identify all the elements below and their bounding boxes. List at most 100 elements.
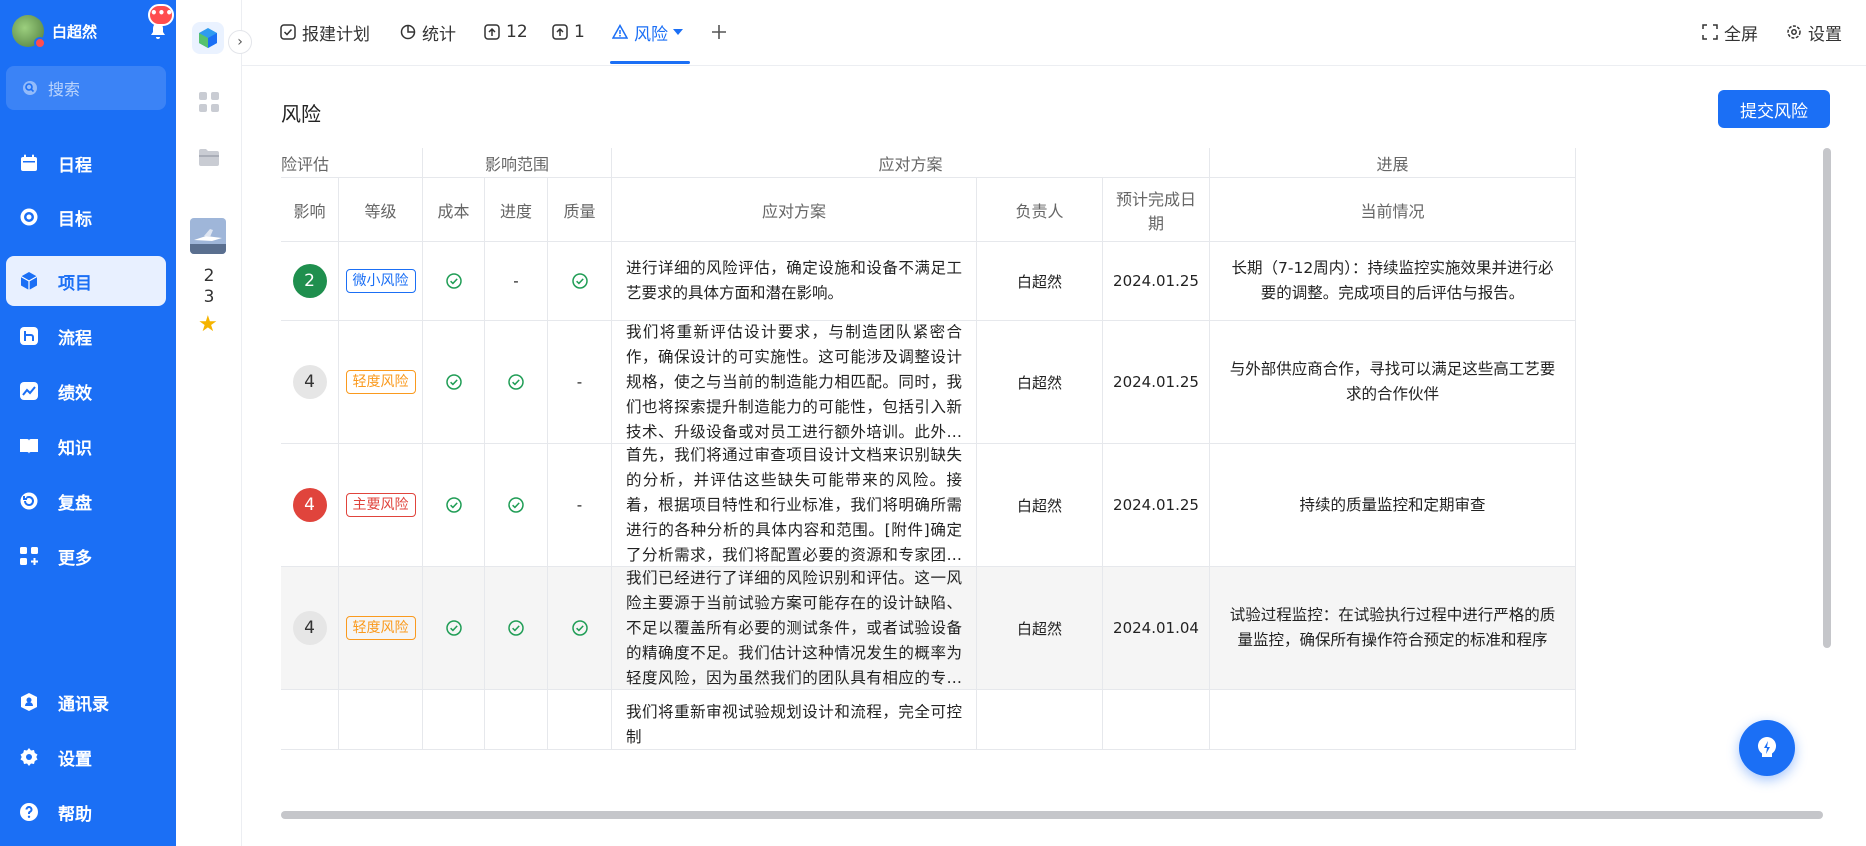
project-cube-icon[interactable] [192, 22, 224, 54]
impact-cell: 4 [281, 567, 339, 690]
risk-level-label: 轻度风险 [352, 620, 409, 636]
group-header-label: 险评估 [281, 154, 330, 174]
sidebar-item-performance[interactable]: 绩效 [6, 366, 166, 416]
gear-icon [18, 746, 40, 768]
tab-statistics[interactable]: 统计 [400, 20, 456, 45]
risk-level-tag: 轻度风险 [345, 616, 416, 640]
tab-1[interactable]: 1 [552, 20, 585, 44]
tab-12[interactable]: 12 [484, 20, 528, 44]
column-header[interactable]: 成本 [423, 178, 485, 242]
pie-icon [400, 24, 416, 40]
level-cell: 轻度风险 [339, 321, 423, 444]
sidebar-item-label: 知识 [58, 438, 92, 459]
status-cell[interactable]: 试验过程监控：在试验执行过程中进行严格的质量监控，确保所有操作符合预定的标准和程… [1210, 567, 1576, 690]
owner-name: 白超然 [1016, 496, 1062, 515]
vertical-scrollbar[interactable] [1823, 148, 1831, 648]
risk-table: 险评估 影响范围 应对方案 进展 影响 等级 成本 进度 质量 应对方案 负责人 预计完成日期 当前情况… [281, 148, 1823, 816]
fullscreen-button[interactable]: 全屏 [1702, 20, 1758, 45]
impact-score: 4 [292, 488, 327, 522]
owner-name: 白超然 [1016, 373, 1062, 392]
risk-level-label: 微小风险 [352, 273, 409, 289]
chart-icon [18, 380, 40, 402]
date-cell: 2024.01.25 [1103, 242, 1210, 321]
plan-text: 我们将重新审视试验规划设计和流程，完全可控制 [626, 703, 962, 746]
sidebar-item-contacts[interactable]: 通讯录 [6, 677, 166, 727]
quality-value: - [576, 496, 583, 514]
assistant-fab-button[interactable] [1739, 720, 1795, 776]
horizontal-scrollbar[interactable] [281, 811, 1823, 819]
column-header-label: 进度 [499, 201, 532, 221]
owner-cell: 白超然 [977, 321, 1103, 444]
search-input[interactable]: 搜索 [6, 66, 166, 110]
check-circle-icon [508, 374, 524, 390]
sidebar-item-more[interactable]: 更多 [6, 531, 166, 581]
column-header[interactable]: 预计完成日期 [1103, 178, 1210, 242]
due-date: 2024.01.04 [1113, 619, 1199, 637]
sidebar-item-flow[interactable]: 流程 [6, 311, 166, 361]
schedule-cell [485, 444, 548, 567]
check-circle-icon [445, 273, 462, 289]
tab-build-plan[interactable]: 报建计划 [280, 20, 370, 45]
plan-cell[interactable]: 我们已经进行了详细的风险识别和评估。这一风险主要源于当前试验方案可能存在的设计缺… [612, 567, 977, 690]
date-cell: 2024.01.25 [1103, 321, 1210, 444]
notification-badge[interactable]: ••• [148, 4, 174, 26]
sidebar-item-schedule[interactable]: 日程 [6, 138, 166, 188]
quality-cell [548, 242, 612, 321]
owner-cell: 白超然 [977, 567, 1103, 690]
avatar[interactable] [12, 15, 46, 49]
tab-label: 报建计划 [302, 24, 370, 45]
impact-cell [281, 690, 339, 750]
column-header[interactable]: 影响 [281, 178, 339, 242]
impact-cell: 4 [281, 444, 339, 567]
status-cell[interactable]: 持续的质量监控和定期审查 [1210, 444, 1576, 567]
sidebar-item-help[interactable]: 帮助 [6, 787, 166, 837]
sidebar-item-goals[interactable]: 目标 [6, 192, 166, 242]
column-header[interactable]: 当前情况 [1210, 178, 1576, 242]
sidebar-item-knowledge[interactable]: 知识 [6, 421, 166, 471]
column-header-label: 负责人 [1015, 201, 1064, 221]
star-icon[interactable]: ★ [198, 314, 218, 336]
project-thumbnail[interactable] [190, 218, 226, 254]
folder-icon[interactable] [197, 146, 221, 170]
column-header-label: 影响 [293, 201, 326, 221]
apps-grid-icon[interactable] [197, 90, 221, 114]
group-header-label: 影响范围 [484, 154, 549, 174]
tab-risk[interactable]: 风险 [612, 20, 684, 45]
fullscreen-icon [1702, 24, 1718, 40]
plan-cell[interactable]: 进行详细的风险评估，确定设施和设备不满足工艺要求的具体方面和潜在影响。 [612, 242, 977, 321]
column-header[interactable]: 等级 [339, 178, 423, 242]
date-cell: 2024.01.25 [1103, 444, 1210, 567]
plan-cell[interactable]: 我们将重新评估设计要求，与制造团队紧密合作，确保设计的可实施性。这可能涉及调整设… [612, 321, 977, 444]
rail-count-top: 2 [203, 266, 215, 286]
add-tab-button[interactable] [710, 20, 728, 44]
schedule-cell: - [485, 242, 548, 321]
search-placeholder: 搜索 [48, 80, 81, 99]
settings-button[interactable]: 设置 [1786, 20, 1842, 45]
check-circle-icon [445, 374, 462, 390]
column-header[interactable]: 负责人 [977, 178, 1103, 242]
column-header[interactable]: 应对方案 [612, 178, 977, 242]
sidebar-item-projects[interactable]: 项目 [6, 256, 166, 306]
sidebar-item-settings[interactable]: 设置 [6, 732, 166, 782]
sidebar-item-label: 更多 [58, 548, 92, 569]
status-cell[interactable]: 长期（7-12周内）：持续监控实施效果并进行必要的调整。完成项目的后评估与报告。 [1210, 242, 1576, 321]
user-profile[interactable]: 白超然 [12, 14, 168, 49]
level-cell: 微小风险 [339, 242, 423, 321]
caret-down-icon[interactable] [672, 26, 684, 38]
plan-text: 我们将重新评估设计要求，与制造团队紧密合作，确保设计的可实施性。这可能涉及调整设… [626, 322, 962, 441]
sidebar-item-review[interactable]: 复盘 [6, 476, 166, 526]
plan-cell[interactable]: 我们将重新审视试验规划设计和流程，完全可控制 [612, 690, 977, 750]
column-header[interactable]: 进度 [485, 178, 548, 242]
status-cell[interactable]: 与外部供应商合作，寻找可以满足这些高工艺要求的合作伙伴 [1210, 321, 1576, 444]
impact-score-value: 4 [304, 372, 315, 392]
search-icon [23, 81, 37, 95]
chevron-right-icon[interactable]: › [228, 30, 252, 54]
sidebar-item-label: 设置 [58, 749, 92, 770]
column-header[interactable]: 质量 [548, 178, 612, 242]
status-cell[interactable] [1210, 690, 1576, 750]
plan-cell[interactable]: 首先，我们将通过审查项目设计文档来识别缺失的分析，并评估这些缺失可能带来的风险。… [612, 444, 977, 567]
due-date: 2024.01.25 [1113, 373, 1199, 391]
check-circle-icon [445, 497, 462, 513]
submit-risk-button[interactable]: 提交风险 [1718, 90, 1830, 128]
impact-score-value: 2 [304, 271, 315, 291]
